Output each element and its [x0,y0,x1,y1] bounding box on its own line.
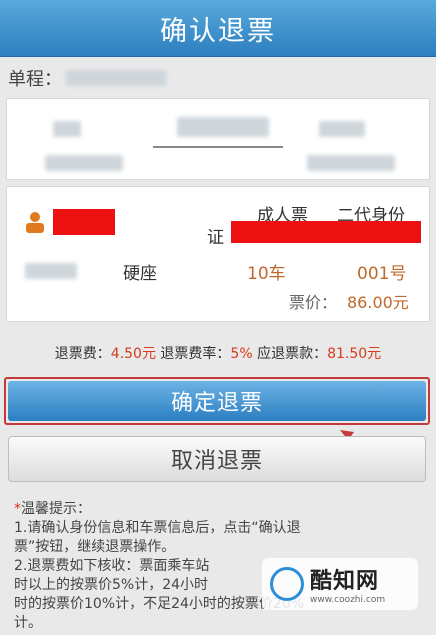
train-info-card [6,98,430,180]
fee-label: 退票费： [54,346,111,362]
watermark: 酷知网 www.coozhi.com [262,558,418,610]
arrive-station-blurred [307,155,395,171]
train-number-blurred [177,117,269,137]
coach-number: 10车 [247,264,286,284]
watermark-logo-icon [270,567,304,601]
depart-time-blurred [53,121,81,137]
confirm-highlight-box: 确定退票 [4,377,430,425]
seat-class: 硬座 [123,264,157,284]
route-blurred [66,70,166,86]
id-number-redacted [231,221,421,243]
cancel-refund-button[interactable]: 取消退票 [8,436,426,482]
price-value: 86.00元 [347,293,409,312]
person-icon [26,212,44,233]
refund-value: 81.50元 [327,346,382,362]
arrive-time-blurred [319,121,365,137]
id-blurred [25,263,77,279]
watermark-name: 酷知网 [310,569,380,594]
confirm-refund-button[interactable]: 确定退票 [8,381,426,421]
page-title: 确认退票 [160,15,276,47]
fee-value: 4.50元 [110,346,156,362]
rate-value: 5% [230,346,253,362]
refund-label: 应退票款： [257,346,328,362]
seat-number: 001号 [357,264,407,284]
route-arrow-line [153,146,283,148]
tips-line: 计。 [14,615,42,631]
price-label: 票价： [289,293,338,312]
rate-label: 退票费率： [160,346,231,362]
watermark-url: www.coozhi.com [310,595,386,605]
tips-title: *温馨提示： [14,501,91,517]
depart-station-blurred [45,155,123,171]
name-redacted [53,209,115,235]
passenger-card: 成人票 二代身份 证 硬座 10车 001号 票价： 86.00元 [6,186,430,322]
tips-line: 1.请确认身份信息和车票信息后，点击“确认退 [14,520,301,536]
id-type-cont: 证 [207,228,224,248]
title-bar: 确认退票 [0,0,436,57]
route-label: 单程： [8,69,62,90]
route-row: 单程： [0,60,436,96]
fee-summary: 退票费：4.50元 退票费率：5% 应退票款：81.50元 [0,343,436,363]
tips-line: 票”按钮，继续退票操作。 [14,539,176,555]
